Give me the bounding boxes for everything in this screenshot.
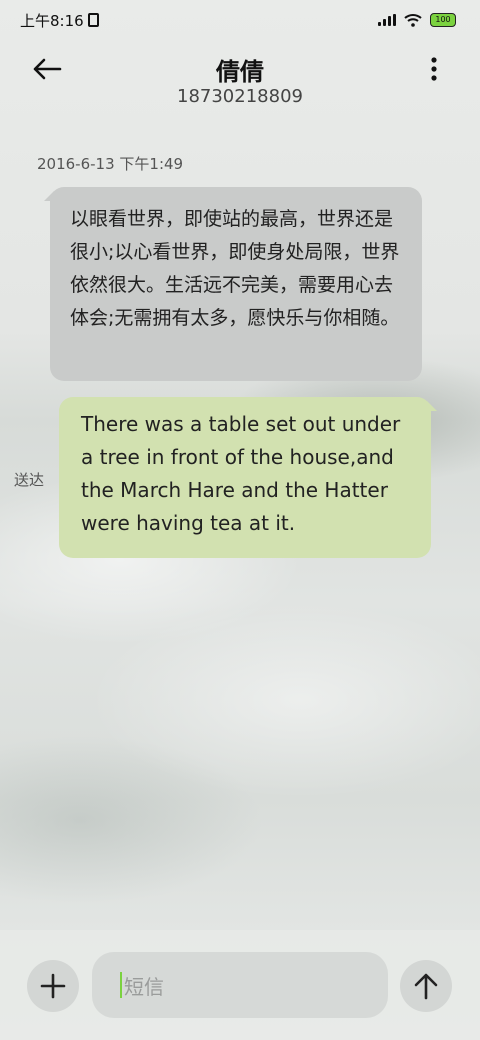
- status-bar-left: 上午8:16: [20, 10, 99, 31]
- signal-icon: [378, 14, 396, 26]
- battery-icon: 100: [430, 13, 456, 27]
- more-vert-icon[interactable]: [424, 56, 444, 82]
- contact-number: 18730218809: [177, 86, 303, 107]
- status-bar: 上午8:16 100: [0, 0, 480, 40]
- battery-level: 100: [435, 15, 451, 24]
- add-attachment-button[interactable]: [27, 960, 79, 1012]
- outgoing-message-text: There was a table set out under a tree i…: [81, 412, 401, 535]
- incoming-message-text: 以眼看世界，即使站的最高，世界还是很小;以心看世界，即使身处局限，世界依然很大。…: [70, 208, 400, 329]
- incoming-message-bubble[interactable]: 以眼看世界，即使站的最高，世界还是很小;以心看世界，即使身处局限，世界依然很大。…: [50, 187, 422, 381]
- send-arrow-icon: [414, 973, 438, 1000]
- message-input-placeholder: 短信: [124, 974, 164, 999]
- status-bar-right: 100: [378, 13, 456, 27]
- contact-name: 倩倩: [216, 58, 264, 86]
- composer-bar: 短信: [0, 930, 480, 1040]
- wifi-icon: [404, 14, 422, 27]
- send-button[interactable]: [400, 960, 452, 1012]
- message-timestamp: 2016-6-13 下午1:49: [37, 155, 184, 173]
- outgoing-message-bubble[interactable]: There was a table set out under a tree i…: [59, 397, 437, 558]
- text-cursor: [120, 972, 122, 998]
- vibrate-icon: [87, 13, 99, 27]
- plus-icon: [40, 973, 66, 999]
- delivery-status: 送达: [14, 471, 45, 489]
- message-input[interactable]: 短信: [92, 952, 388, 1018]
- status-time: 上午8:16: [20, 11, 84, 30]
- conversation-header: 倩倩 18730218809: [0, 48, 480, 112]
